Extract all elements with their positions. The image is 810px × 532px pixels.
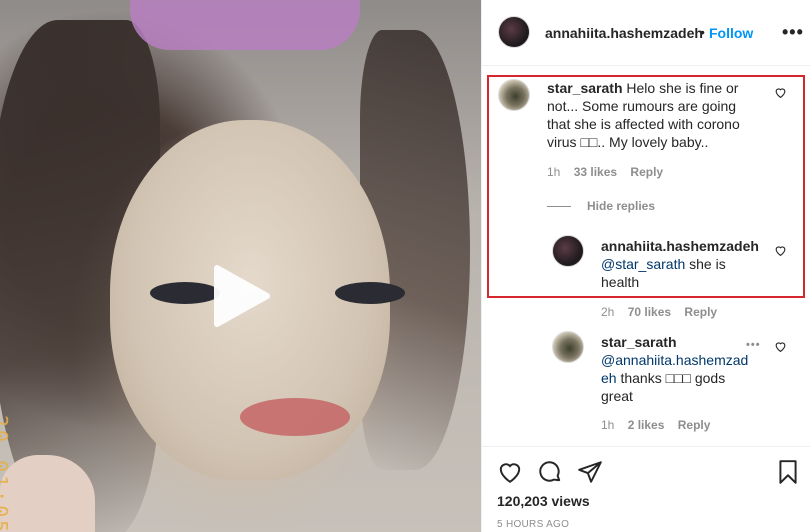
post-time[interactable]: 5 HOURS AGO bbox=[497, 519, 569, 530]
more-options-icon[interactable]: ••• bbox=[782, 22, 804, 43]
share-icon[interactable] bbox=[577, 459, 603, 485]
reply-meta: 2h 70 likes Reply bbox=[601, 305, 717, 319]
post-header: annahiita.hashemzadeh • Follow ••• bbox=[482, 0, 810, 66]
reply-age: 2h bbox=[601, 305, 615, 319]
reply-body: star_sarath @annahiita.hashemzadeh thank… bbox=[601, 333, 751, 405]
reply-likes[interactable]: 2 likes bbox=[628, 418, 665, 432]
reply-avatar[interactable] bbox=[552, 331, 584, 363]
video-frame-detail bbox=[335, 282, 405, 304]
video-timestamp-overlay: 20 01:05 bbox=[0, 415, 12, 532]
reply-age: 1h bbox=[601, 418, 615, 432]
bookmark-icon[interactable] bbox=[775, 459, 801, 485]
separator-dot: • bbox=[700, 24, 705, 40]
post-side-panel: annahiita.hashemzadeh • Follow ••• star_… bbox=[481, 0, 810, 532]
video-frame-detail bbox=[130, 0, 360, 50]
play-icon[interactable] bbox=[209, 264, 273, 328]
reply-reply-button[interactable]: Reply bbox=[678, 418, 711, 432]
follow-button[interactable]: Follow bbox=[709, 25, 753, 41]
post-video[interactable]: 20 01:05 bbox=[0, 0, 481, 532]
video-frame-detail bbox=[240, 398, 350, 436]
heart-icon[interactable] bbox=[497, 459, 523, 485]
reply-likes[interactable]: 70 likes bbox=[628, 305, 671, 319]
reply-text: thanks □□□ gods great bbox=[601, 370, 726, 404]
reply-more-options-icon[interactable]: ••• bbox=[746, 339, 761, 351]
author-username[interactable]: annahiita.hashemzadeh bbox=[545, 25, 703, 41]
reply-meta: 1h 2 likes Reply bbox=[601, 418, 710, 432]
author-avatar[interactable] bbox=[498, 16, 530, 48]
highlight-box bbox=[487, 75, 805, 298]
comment-icon[interactable] bbox=[537, 459, 563, 485]
reply-username[interactable]: star_sarath bbox=[601, 334, 677, 350]
reply-like-heart-icon[interactable] bbox=[774, 340, 787, 353]
post-actions-bar: 120,203 views 5 HOURS AGO bbox=[482, 446, 810, 532]
reply-reply-button[interactable]: Reply bbox=[684, 305, 717, 319]
views-count[interactable]: 120,203 views bbox=[497, 493, 590, 509]
